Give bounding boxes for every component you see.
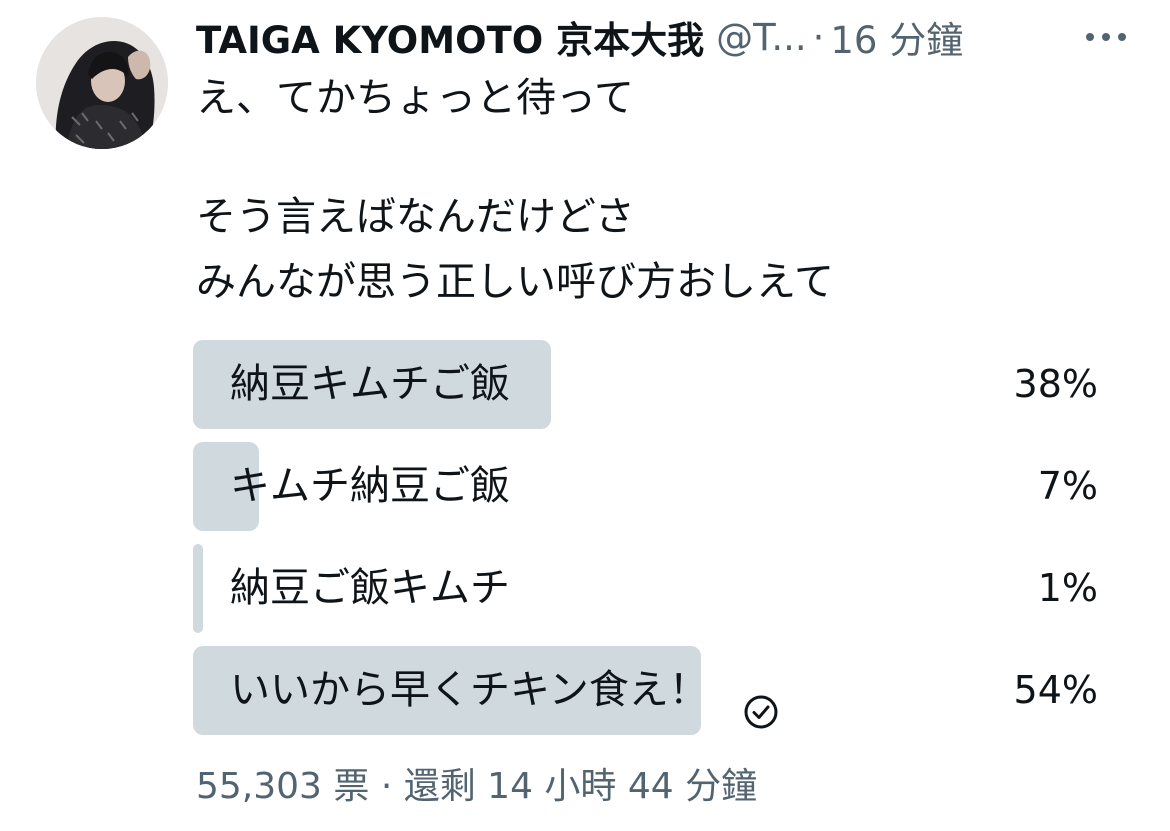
poll-option-winner[interactable]: いいから早くチキン食え！ 54% [193, 646, 1098, 735]
poll-option-percent: 1% [1037, 566, 1098, 610]
poll-option-label: いいから早くチキン食え！ [230, 667, 709, 713]
tweet-text-line: みんなが思う正しい呼び方おしえて [196, 259, 834, 305]
more-horizontal-icon[interactable] [1082, 24, 1130, 50]
author-handle[interactable]: @T... [716, 16, 807, 59]
poll-option-percent: 54% [1013, 668, 1098, 712]
tweet-text-line: そう言えばなんだけどさ [196, 194, 635, 240]
poll-option-label-container: いいから早くチキン食え！ [230, 646, 779, 735]
avatar[interactable] [36, 17, 168, 149]
poll-option[interactable]: キムチ納豆ご飯 7% [193, 442, 1098, 531]
separator-dot: · [812, 15, 825, 59]
tweet-timestamp[interactable]: 16 分鐘 [830, 10, 963, 64]
author-display-name[interactable]: TAIGA KYOMOTO 京本大我 [196, 10, 704, 64]
profile-photo-icon [36, 17, 168, 149]
poll-option[interactable]: 納豆キムチご飯 38% [193, 340, 1098, 429]
poll-option-percent: 38% [1013, 362, 1098, 406]
poll-option-label: キムチ納豆ご飯 [230, 463, 510, 509]
poll-option[interactable]: 納豆ご飯キムチ 1% [193, 544, 1098, 633]
tweet-text-line: え、てかちょっと待って [196, 75, 634, 121]
poll-result-bar [193, 544, 203, 633]
check-circle-icon [743, 673, 779, 728]
tweet-header: TAIGA KYOMOTO 京本大我 @T... · 16 分鐘 [196, 10, 1076, 64]
poll: 納豆キムチご飯 38% キムチ納豆ご飯 7% 納豆ご飯キムチ 1% いいから早く… [193, 340, 1098, 748]
poll-option-percent: 7% [1037, 464, 1098, 508]
poll-option-label: 納豆ご飯キムチ [230, 565, 510, 611]
poll-option-label: 納豆キムチご飯 [230, 361, 510, 407]
poll-footer: 55,303 票 · 還剩 14 小時 44 分鐘 [196, 766, 758, 807]
